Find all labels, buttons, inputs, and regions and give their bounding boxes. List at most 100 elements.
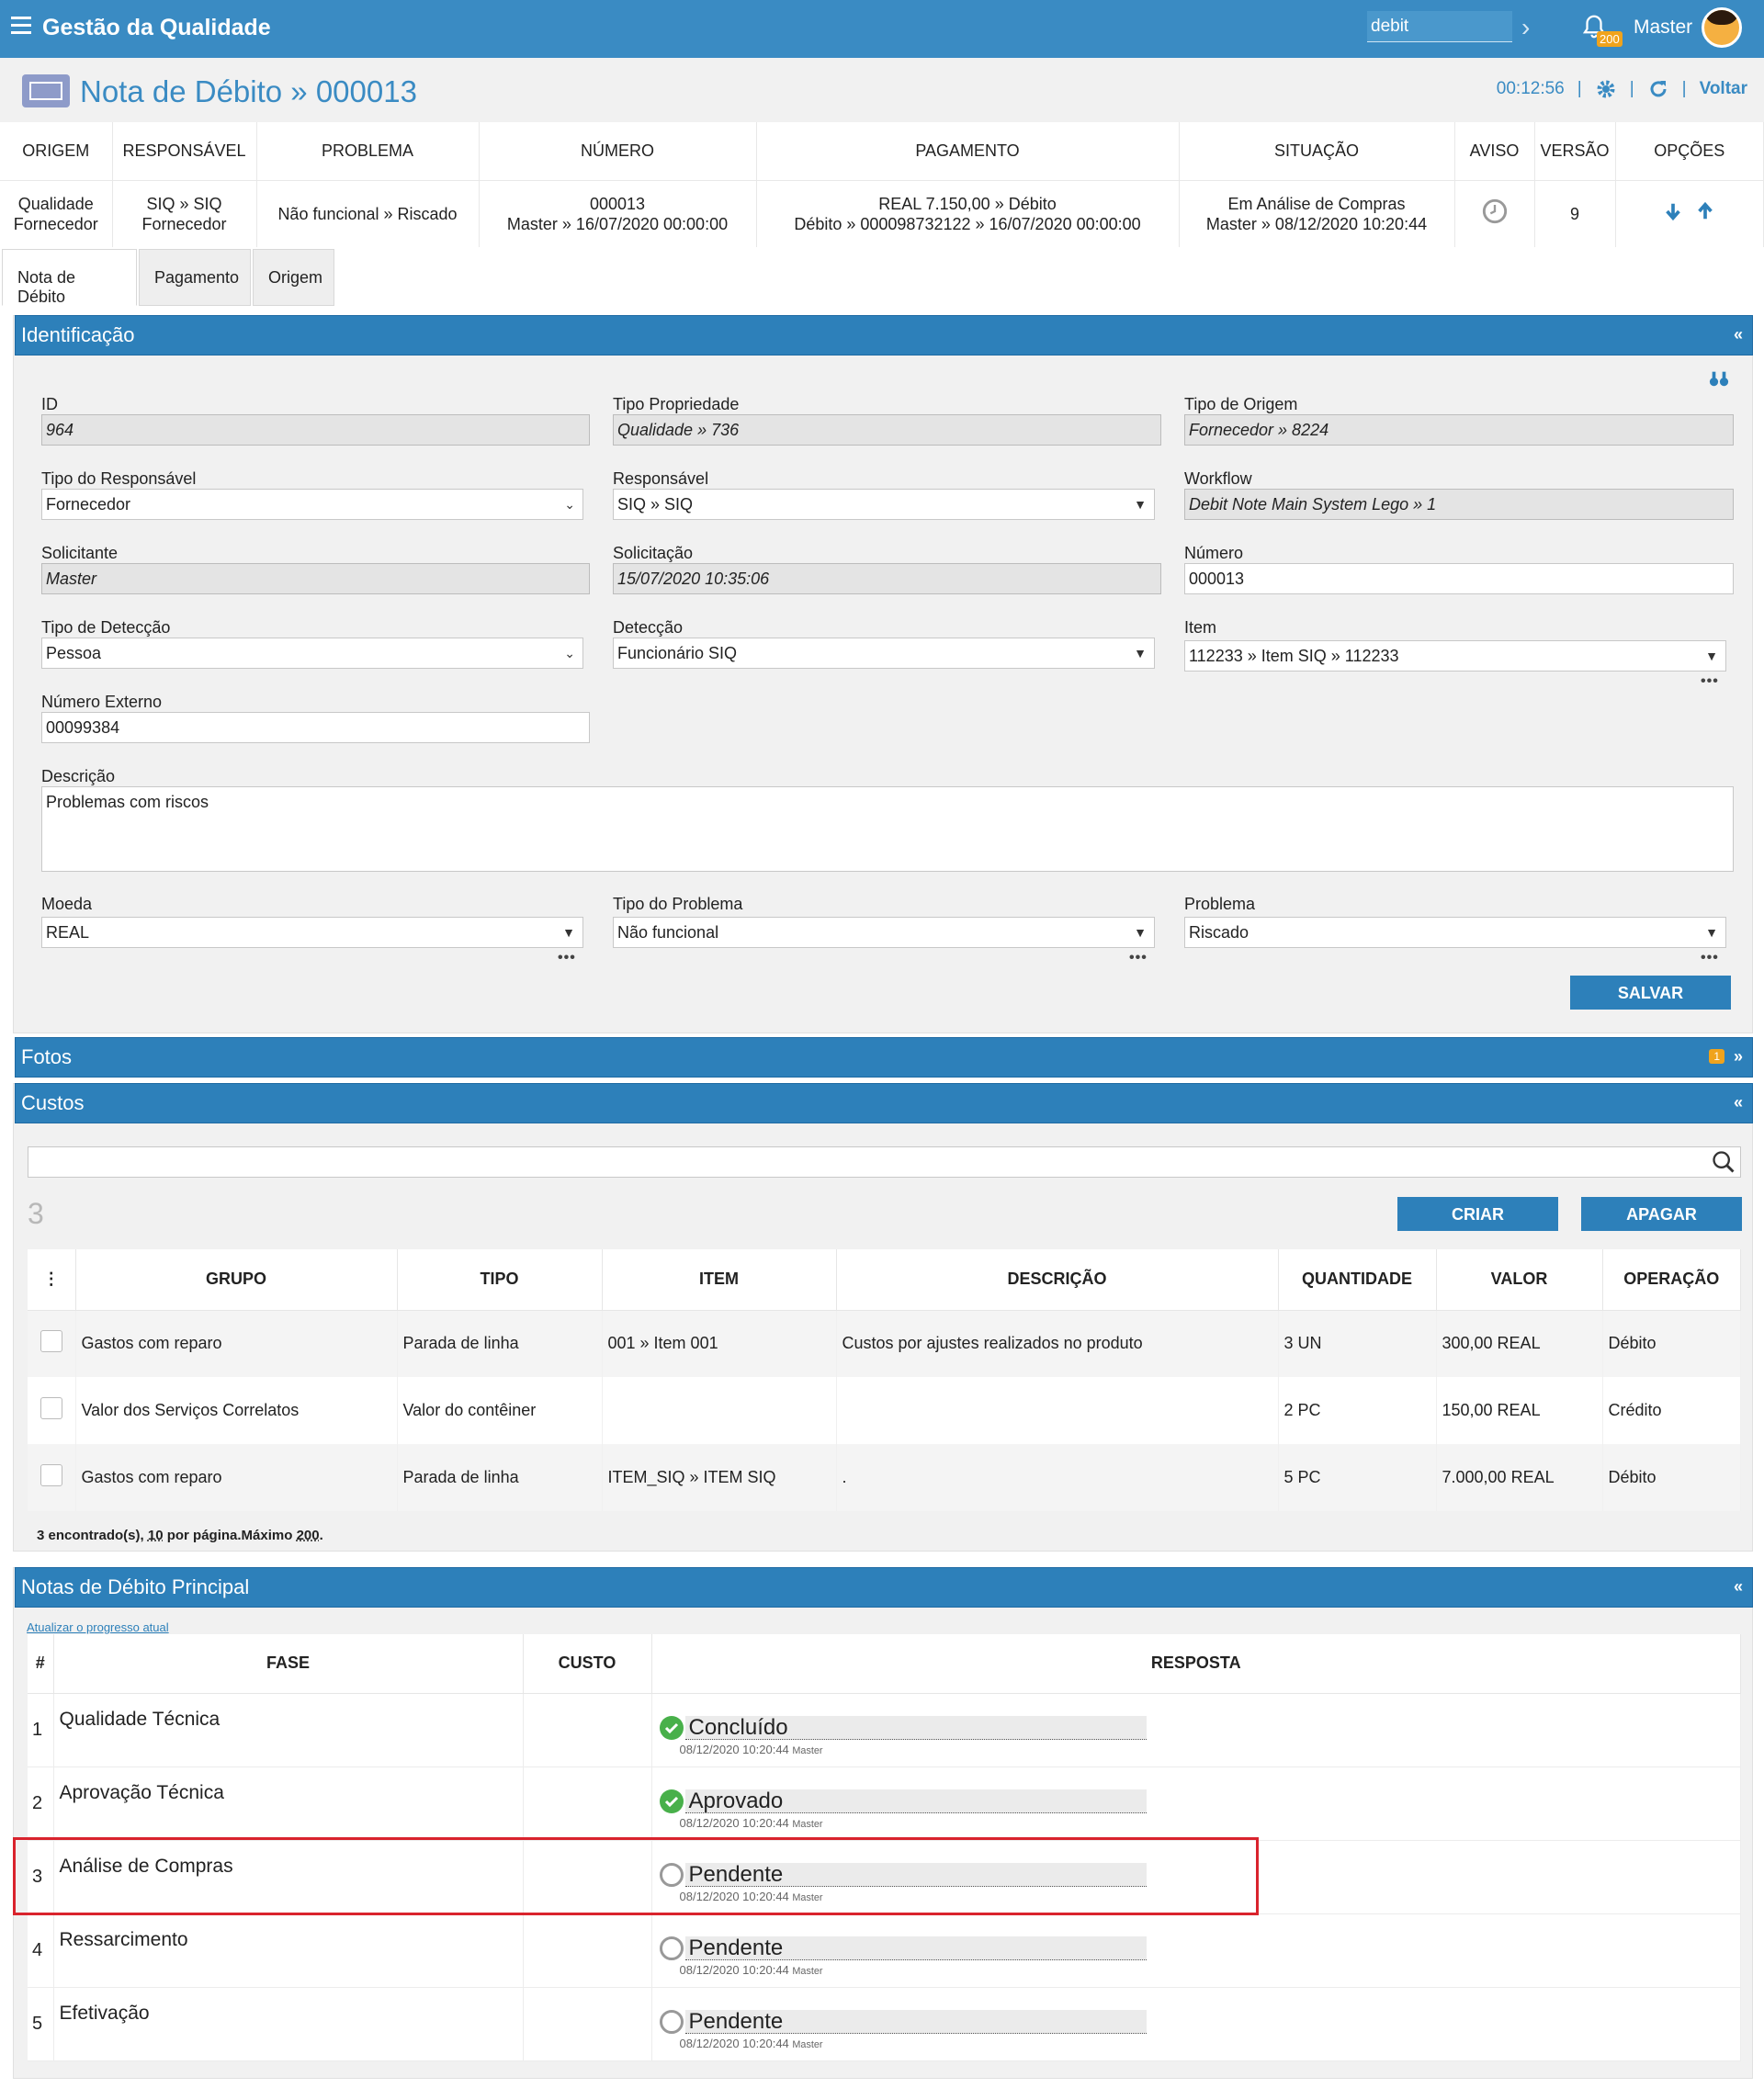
id-field[interactable]: 964 bbox=[41, 414, 590, 446]
tipo-problema-label: Tipo do Problema bbox=[613, 895, 743, 913]
cell-tipo: Valor do contêiner bbox=[397, 1377, 603, 1444]
summary-situacao: Em Análise de Compras Master » 08/12/2020… bbox=[1179, 180, 1455, 247]
cell-descricao: Custos por ajustes realizados no produto bbox=[836, 1310, 1279, 1377]
row-checkbox[interactable] bbox=[40, 1397, 62, 1419]
cell-grupo: Valor dos Serviços Correlatos bbox=[75, 1377, 398, 1444]
workflow-field[interactable]: Debit Note Main System Lego » 1 bbox=[1184, 489, 1734, 520]
collapse-icon: « bbox=[1733, 1577, 1743, 1596]
fotos-header[interactable]: Fotos 1» bbox=[15, 1037, 1753, 1078]
summary-versao: 9 bbox=[1534, 180, 1616, 247]
clock-icon[interactable] bbox=[1482, 198, 1508, 224]
summary-aviso bbox=[1454, 180, 1535, 247]
numero-field[interactable]: 000013 bbox=[1184, 563, 1734, 594]
cell-item: 001 » Item 001 bbox=[602, 1310, 837, 1377]
response-field[interactable]: Concluído bbox=[684, 1715, 1147, 1740]
per-page-link[interactable]: 10 bbox=[148, 1528, 164, 1543]
cell-valor: 150,00 REAL bbox=[1436, 1377, 1603, 1444]
gear-icon[interactable] bbox=[1595, 78, 1617, 100]
item-select[interactable]: 112233 » Item SIQ » 112233 ▼ bbox=[1184, 640, 1726, 672]
workflow-label: Workflow bbox=[1184, 469, 1252, 488]
summary-numero: 000013 Master » 16/07/2020 00:00:00 bbox=[479, 180, 757, 247]
table-row[interactable]: Gastos com reparo Parada de linha 001 » … bbox=[28, 1310, 1741, 1377]
chevron-right-icon[interactable]: › bbox=[1521, 13, 1530, 42]
search-icon[interactable] bbox=[1711, 1149, 1736, 1175]
summary-responsavel: SIQ » SIQ Fornecedor bbox=[112, 180, 257, 247]
cell-operacao: Débito bbox=[1602, 1444, 1741, 1511]
collapse-icon: « bbox=[1733, 325, 1743, 344]
col-custo: CUSTO bbox=[523, 1634, 652, 1694]
avatar[interactable] bbox=[1702, 7, 1742, 48]
phase-name: Ressarcimento bbox=[53, 1913, 524, 1988]
tab-nota-debito[interactable]: Nota de Débito bbox=[2, 249, 137, 306]
tab-origem[interactable]: Origem bbox=[253, 249, 334, 306]
row-checkbox[interactable] bbox=[40, 1464, 62, 1486]
tipo-deteccao-select[interactable]: Pessoa ⌄ bbox=[41, 638, 583, 669]
tipo-propriedade-label: Tipo Propriedade bbox=[613, 395, 740, 413]
arrow-up-icon[interactable] bbox=[1695, 201, 1715, 221]
save-button[interactable]: SALVAR bbox=[1570, 976, 1731, 1010]
response-field[interactable]: Pendente bbox=[684, 1936, 1147, 1960]
notas-header[interactable]: Notas de Débito Principal « bbox=[15, 1567, 1753, 1608]
col-origem: ORIGEM bbox=[0, 122, 113, 181]
numero-externo-field[interactable]: 00099384 bbox=[41, 712, 590, 743]
notification-badge: 200 bbox=[1597, 31, 1623, 47]
col-item: ITEM bbox=[602, 1249, 837, 1311]
col-grupo: GRUPO bbox=[75, 1249, 398, 1311]
table-row[interactable]: Gastos com reparo Parada de linha ITEM_S… bbox=[28, 1444, 1741, 1511]
phase-name: Aprovação Técnica bbox=[53, 1766, 524, 1841]
delete-button[interactable]: APAGAR bbox=[1581, 1197, 1742, 1231]
more-icon[interactable]: ••• bbox=[558, 950, 576, 966]
moeda-label: Moeda bbox=[41, 895, 93, 913]
menu-icon[interactable] bbox=[11, 17, 31, 35]
custos-search-input[interactable] bbox=[28, 1146, 1741, 1178]
create-button[interactable]: CRIAR bbox=[1397, 1197, 1558, 1231]
solicitacao-field[interactable]: 15/07/2020 10:35:06 bbox=[613, 563, 1161, 594]
tipo-propriedade-field[interactable]: Qualidade » 736 bbox=[613, 414, 1161, 446]
refresh-progress-link[interactable]: Atualizar o progresso atual bbox=[27, 1620, 169, 1634]
problema-label: Problema bbox=[1184, 895, 1256, 913]
col-valor: VALOR bbox=[1436, 1249, 1603, 1311]
responsavel-select[interactable]: SIQ » SIQ ▼ bbox=[613, 489, 1155, 520]
numero-externo-label: Número Externo bbox=[41, 693, 163, 711]
cell-tipo: Parada de linha bbox=[397, 1444, 603, 1511]
tab-pagamento[interactable]: Pagamento bbox=[139, 249, 251, 306]
back-link[interactable]: Voltar bbox=[1700, 79, 1747, 99]
more-icon[interactable]: ••• bbox=[1129, 950, 1148, 966]
phase-name: Efetivação bbox=[53, 1987, 524, 2061]
response-field[interactable]: Aprovado bbox=[684, 1789, 1147, 1813]
response-field[interactable]: Pendente bbox=[684, 2009, 1147, 2034]
tipo-responsavel-select[interactable]: Fornecedor ⌄ bbox=[41, 489, 583, 520]
arrow-down-icon[interactable] bbox=[1663, 201, 1683, 221]
highlight-box bbox=[13, 1837, 1259, 1915]
col-opcoes: OPÇÕES bbox=[1615, 122, 1764, 181]
column-options-icon[interactable]: ⋮ bbox=[28, 1249, 76, 1311]
tipo-origem-field[interactable]: Fornecedor » 8224 bbox=[1184, 414, 1734, 446]
refresh-icon[interactable] bbox=[1647, 78, 1669, 100]
row-checkbox[interactable] bbox=[40, 1330, 62, 1353]
fotos-count-badge: 1 bbox=[1709, 1049, 1724, 1064]
user-name[interactable]: Master bbox=[1634, 17, 1692, 39]
global-search-input[interactable] bbox=[1367, 11, 1512, 42]
moeda-select[interactable]: REAL ▼ bbox=[41, 917, 583, 948]
more-icon[interactable]: ••• bbox=[1701, 950, 1719, 966]
identificacao-header[interactable]: Identificação « bbox=[15, 315, 1753, 356]
tipo-problema-select[interactable]: Não funcional ▼ bbox=[613, 917, 1155, 948]
app-title[interactable]: Gestão da Qualidade bbox=[42, 15, 271, 41]
col-resposta: RESPOSTA bbox=[651, 1634, 1741, 1694]
tab-bar: Nota de Débito Pagamento Origem bbox=[0, 247, 1764, 306]
col-numero: NÚMERO bbox=[479, 122, 757, 181]
max-link[interactable]: 200 bbox=[297, 1528, 320, 1543]
session-timer: 00:12:56 bbox=[1496, 79, 1565, 98]
cell-grupo: Gastos com reparo bbox=[75, 1310, 398, 1377]
binoculars-icon[interactable] bbox=[1709, 368, 1729, 389]
more-icon[interactable]: ••• bbox=[1701, 673, 1719, 690]
problema-select[interactable]: Riscado ▼ bbox=[1184, 917, 1726, 948]
custos-header[interactable]: Custos « bbox=[15, 1083, 1753, 1123]
col-index: # bbox=[28, 1634, 54, 1694]
cell-quantidade: 2 PC bbox=[1278, 1377, 1437, 1444]
descricao-textarea[interactable]: Problemas com riscos bbox=[41, 786, 1734, 872]
item-label: Item bbox=[1184, 618, 1217, 637]
solicitante-field[interactable]: Master bbox=[41, 563, 590, 594]
deteccao-select[interactable]: Funcionário SIQ ▼ bbox=[613, 638, 1155, 669]
table-row[interactable]: Valor dos Serviços Correlatos Valor do c… bbox=[28, 1377, 1741, 1444]
